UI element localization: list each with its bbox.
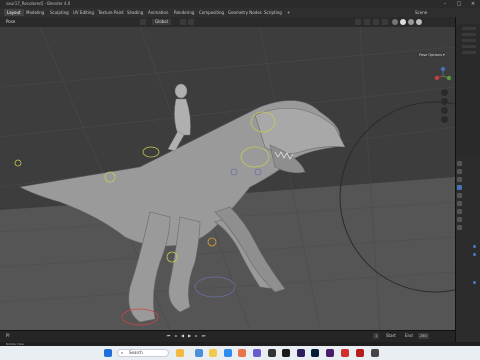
start-label: Start [386,333,396,338]
jump-end-icon[interactable]: ⏭ [201,333,206,339]
start-menu-icon[interactable] [104,349,112,357]
close-button[interactable]: × [466,0,480,8]
object-tab-icon[interactable] [457,185,462,190]
taskbar-search[interactable]: ⌕ Search [117,349,169,357]
camera-view-icon[interactable] [441,107,448,114]
mode-selector[interactable]: Pose [6,19,15,24]
tab-geometry-nodes[interactable]: Geometry Nodes [225,9,265,16]
tool-tab-icon[interactable] [457,161,462,166]
constraint-tab-icon[interactable] [457,209,462,214]
outliner-item[interactable] [462,27,476,30]
outliner-item[interactable] [462,33,476,36]
overlay-icon[interactable] [373,19,379,25]
tab-layout[interactable]: Layout [4,9,24,16]
checkbox[interactable] [473,245,476,248]
add-workspace-button[interactable]: + [284,9,293,16]
tab-scripting[interactable]: Scripting [261,9,285,16]
prev-key-icon[interactable]: ◂ [173,333,178,339]
photoshop-icon[interactable] [311,349,319,357]
viewport-header: Pose Global [0,17,455,27]
file-explorer-icon[interactable] [209,349,217,357]
search-icon: ⌕ [121,350,124,355]
current-frame-field[interactable]: 1 [373,333,380,339]
next-key-icon[interactable]: ▸ [194,333,199,339]
outliner-header [456,17,480,24]
bone-tab-icon[interactable] [457,225,462,230]
properties-editor [456,157,480,342]
tab-texture-paint[interactable]: Texture Paint [95,9,127,16]
app-icon[interactable] [371,349,379,357]
right-panel [455,17,480,342]
perspective-toggle-icon[interactable] [441,116,448,123]
window-title: saur17_Recolored] - Blender 4.0 [6,1,71,6]
end-frame-field[interactable]: 250 [418,333,429,339]
edge-icon[interactable] [224,349,232,357]
timeline-playback-menu[interactable]: Pl [6,333,10,338]
wireframe-shading-icon[interactable] [392,19,398,25]
maximize-button[interactable]: □ [452,0,466,8]
os-taskbar: ⌕ Search [0,346,480,360]
minimize-button[interactable]: – [438,0,452,8]
orientation-selector[interactable]: Global [152,19,171,25]
app-icon[interactable] [356,349,364,357]
checkbox[interactable] [473,253,476,256]
snap-icon[interactable] [180,19,186,25]
pose-options-dropdown[interactable]: Pose Options ▾ [418,52,446,58]
end-label: End [405,333,413,338]
rider-model [167,83,191,152]
render-tab-icon[interactable] [457,169,462,174]
viewport-scene [0,27,455,330]
material-shading-icon[interactable] [408,19,414,25]
app-icon[interactable] [253,349,261,357]
outliner-item[interactable] [462,45,476,48]
app-icon[interactable] [326,349,334,357]
rendered-shading-icon[interactable] [416,19,422,25]
modifier-tab-icon[interactable] [457,193,462,198]
tab-animation[interactable]: Animation [145,9,171,16]
app-icon[interactable] [195,349,203,357]
timeline-bar: Pl ⏮ ◂ ◀ ▶ ▸ ⏭ 1 Start End 250 [0,330,455,342]
data-tab-icon[interactable] [457,217,462,222]
tab-shading[interactable]: Shading [124,9,146,16]
pivot-icon[interactable] [140,19,146,25]
navigation-gizmo[interactable] [433,66,453,86]
scene-label[interactable]: Scene [412,9,430,16]
window-titlebar: saur17_Recolored] - Blender 4.0 – □ × [0,0,480,8]
physics-tab-icon[interactable] [457,201,462,206]
app-icon[interactable] [268,349,276,357]
blender-icon[interactable] [238,349,246,357]
after-effects-icon[interactable] [297,349,305,357]
search-placeholder: Search [129,350,143,355]
visibility-icon[interactable] [355,19,361,25]
3d-viewport[interactable]: Pose Options ▾ [0,27,455,330]
outliner-item[interactable] [462,51,476,54]
workspace-tabs: Layout Modeling Sculpting UV Editing Tex… [0,8,480,17]
pan-icon[interactable] [441,98,448,105]
tab-uv-editing[interactable]: UV Editing [70,9,97,16]
checkbox[interactable] [473,281,476,284]
jump-start-icon[interactable]: ⏮ [166,333,171,339]
tab-modeling[interactable]: Modeling [23,9,47,16]
xray-icon[interactable] [382,19,388,25]
zoom-icon[interactable] [441,89,448,96]
solid-shading-icon[interactable] [400,19,406,25]
tab-rendering[interactable]: Rendering [171,9,197,16]
app-icon[interactable] [341,349,349,357]
play-reverse-icon[interactable]: ◀ [180,333,185,339]
outliner-item[interactable] [462,39,476,42]
play-icon[interactable]: ▶ [187,333,192,339]
gizmo-toggle-icon[interactable] [364,19,370,25]
tab-compositing[interactable]: Compositing [196,9,227,16]
tab-sculpting[interactable]: Sculpting [47,9,72,16]
proportional-icon[interactable] [188,19,194,25]
widget-icon[interactable] [176,349,184,357]
output-tab-icon[interactable] [457,177,462,182]
app-icon[interactable] [282,349,290,357]
